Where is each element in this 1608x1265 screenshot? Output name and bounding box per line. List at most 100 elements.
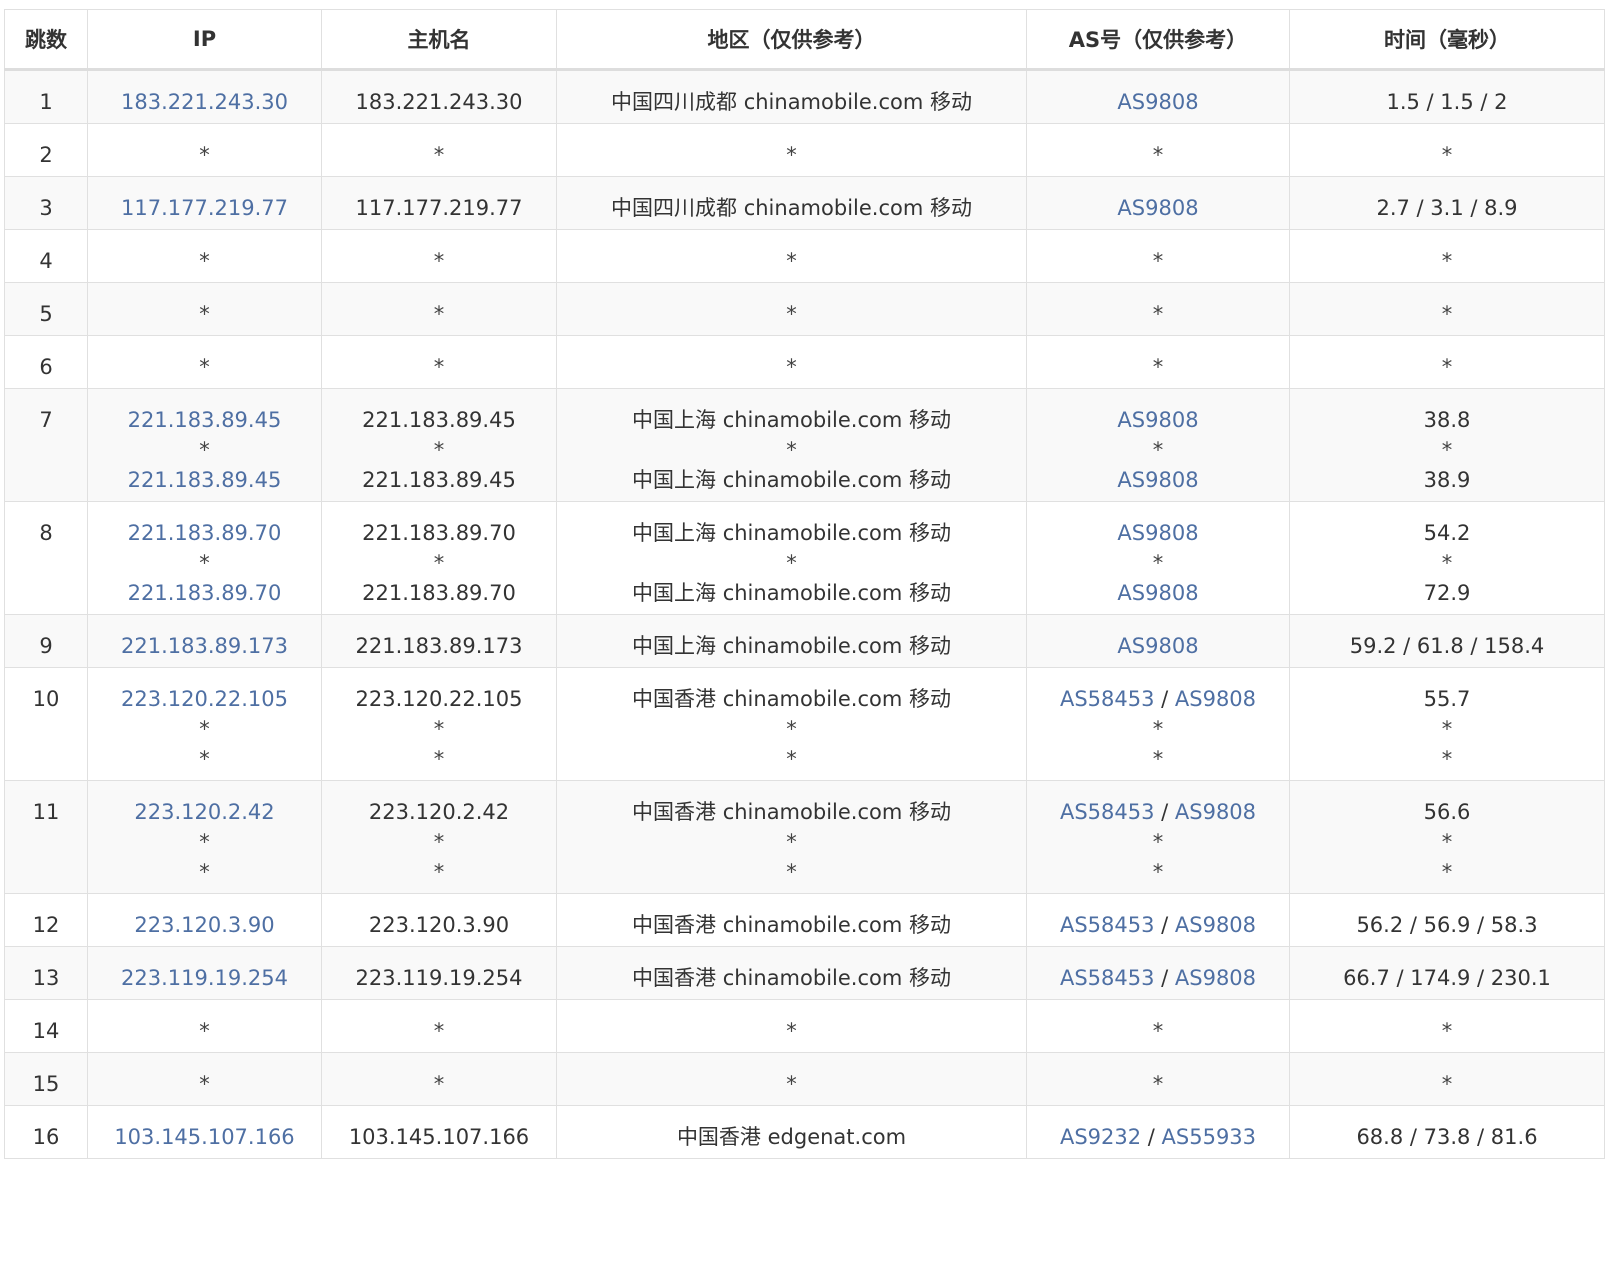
as-cell: AS58453 / AS9808 * * (1026, 780, 1290, 894)
header-as-number: AS号（仅供参考） (1026, 9, 1290, 71)
ip-cell: 221.183.89.45 * 221.183.89.45 (87, 388, 322, 502)
empty-star: * (1152, 355, 1164, 379)
empty-star: * (433, 355, 445, 379)
region-cell: 中国香港 chinamobile.com 移动 * * (556, 667, 1027, 781)
as-link[interactable]: AS58453 (1060, 966, 1155, 990)
as-link[interactable]: AS9808 (1117, 90, 1198, 114)
as-link[interactable]: AS9232 (1060, 1125, 1141, 1149)
as-link[interactable]: AS58453 (1060, 913, 1155, 937)
as-link[interactable]: AS9808 (1117, 408, 1198, 432)
hostname-text: 223.119.19.254 (355, 966, 523, 990)
time-text: 2.7 / 3.1 / 8.9 (1376, 196, 1518, 220)
hop-cell: 16 (4, 1105, 88, 1159)
empty-star: * (1152, 551, 1164, 575)
region-text: 中国香港 chinamobile.com 移动 (632, 687, 951, 711)
ip-link[interactable]: 223.119.19.254 (88, 963, 321, 993)
as-cell: AS58453 / AS9808 (1026, 893, 1290, 947)
ip-cell: 223.120.22.105 * * (87, 667, 322, 781)
as-link[interactable]: AS9808 (1175, 913, 1256, 937)
ip-link[interactable]: 221.183.89.70 (88, 578, 321, 608)
hostname-text: 223.120.2.42 (368, 800, 510, 824)
as-link[interactable]: AS55933 (1162, 1125, 1257, 1149)
ip-link[interactable]: 223.120.3.90 (88, 910, 321, 940)
as-link[interactable]: AS9808 (1117, 468, 1198, 492)
empty-star: * (199, 355, 210, 379)
ip-link[interactable]: 223.120.2.42 (88, 797, 321, 827)
ip-link[interactable]: 221.183.89.173 (88, 631, 321, 661)
empty-star: * (433, 1072, 445, 1096)
time-cell: * (1289, 282, 1605, 336)
hop-cell: 6 (4, 335, 88, 389)
as-link[interactable]: AS9808 (1117, 634, 1198, 658)
time-cell: 56.6 * * (1289, 780, 1605, 894)
as-link[interactable]: AS9808 (1117, 521, 1198, 545)
table-row: 16 103.145.107.166 103.145.107.166 中国香港 edg… (4, 1105, 1605, 1159)
empty-star: * (786, 302, 797, 326)
as-line: * (1027, 1016, 1289, 1046)
ip-link[interactable]: 183.221.243.30 (88, 87, 321, 117)
table-row: 10 223.120.22.105 * * 223.120.22.105 * * 中国香港 c… (4, 667, 1605, 781)
region-cell: 中国香港 chinamobile.com 移动 (556, 946, 1027, 1000)
header-hostname: 主机名 (321, 9, 557, 71)
empty-star: * (433, 143, 445, 167)
empty-star: * (786, 249, 797, 273)
hostname-cell: * (321, 282, 557, 336)
as-line: AS9232 / AS55933 (1027, 1122, 1289, 1152)
as-link[interactable]: AS58453 (1060, 800, 1155, 824)
as-line: AS9808 (1027, 578, 1289, 608)
time-text: 55.7 (1423, 687, 1471, 711)
as-separator: / (1141, 1125, 1162, 1149)
empty-star: * (433, 249, 445, 273)
hop-cell: 11 (4, 780, 88, 894)
ip-link[interactable]: 221.183.89.45 (88, 465, 321, 495)
ip-link[interactable]: 117.177.219.77 (88, 193, 321, 223)
as-cell: AS58453 / AS9808 * * (1026, 667, 1290, 781)
hop-number: 8 (39, 521, 53, 545)
empty-star: * (199, 143, 210, 167)
hostname-cell: 223.120.22.105 * * (321, 667, 557, 781)
hop-number: 13 (32, 966, 60, 990)
as-line: * (1027, 246, 1289, 276)
as-link[interactable]: AS9808 (1175, 687, 1256, 711)
time-cell: * (1289, 229, 1605, 283)
hostname-cell: 223.120.3.90 (321, 893, 557, 947)
as-link[interactable]: AS9808 (1117, 581, 1198, 605)
ip-link[interactable]: 221.183.89.70 (88, 518, 321, 548)
as-line: AS9808 (1027, 518, 1289, 548)
table-row: 14 * * * * * (4, 999, 1605, 1053)
as-line: AS9808 (1027, 465, 1289, 495)
hop-cell: 15 (4, 1052, 88, 1106)
table-row: 4 * * * * * (4, 229, 1605, 283)
ip-cell: 223.120.3.90 (87, 893, 322, 947)
hostname-text: 103.145.107.166 (348, 1125, 530, 1149)
header-hop: 跳数 (4, 9, 88, 71)
hostname-text: 221.183.89.70 (362, 521, 516, 545)
region-text: 中国四川成都 chinamobile.com 移动 (611, 90, 972, 114)
time-text: 38.8 (1423, 408, 1471, 432)
empty-star: * (1441, 860, 1453, 884)
as-link[interactable]: AS9808 (1175, 800, 1256, 824)
as-link[interactable]: AS9808 (1175, 966, 1256, 990)
empty-star: * (1152, 830, 1164, 854)
region-cell: 中国香港 chinamobile.com 移动 (556, 893, 1027, 947)
empty-star: * (433, 830, 445, 854)
time-text: 56.2 / 56.9 / 58.3 (1356, 913, 1538, 937)
empty-star: * (199, 249, 210, 273)
as-cell: AS58453 / AS9808 (1026, 946, 1290, 1000)
ip-link[interactable]: 103.145.107.166 (88, 1122, 321, 1152)
empty-star: * (433, 717, 445, 741)
as-line: * (1027, 714, 1289, 744)
as-cell: * (1026, 335, 1290, 389)
as-line: AS58453 / AS9808 (1027, 963, 1289, 993)
hostname-cell: 223.120.2.42 * * (321, 780, 557, 894)
table-row: 11 223.120.2.42 * * 223.120.2.42 * * 中国香港 china… (4, 780, 1605, 894)
empty-star: * (1441, 1019, 1453, 1043)
as-link[interactable]: AS58453 (1060, 687, 1155, 711)
empty-star: * (199, 830, 210, 854)
ip-link[interactable]: 221.183.89.45 (88, 405, 321, 435)
as-link[interactable]: AS9808 (1117, 196, 1198, 220)
hop-number: 4 (39, 249, 53, 273)
empty-star: * (199, 551, 210, 575)
ip-link[interactable]: 223.120.22.105 (88, 684, 321, 714)
time-cell: * (1289, 1052, 1605, 1106)
